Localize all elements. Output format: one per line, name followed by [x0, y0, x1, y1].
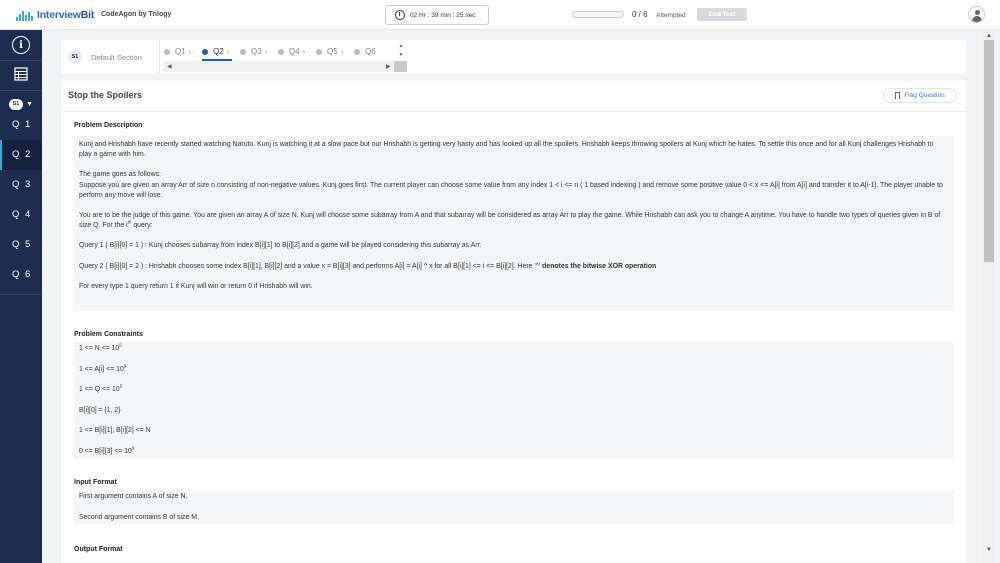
- status-dot: [278, 48, 284, 55]
- status-dot: [202, 48, 208, 55]
- logo-mark-icon: [16, 9, 34, 21]
- tab-q3[interactable]: Q3 ›: [240, 42, 278, 61]
- tab-strip-horizontal-scrollbar[interactable]: ◀ ▶: [164, 61, 407, 72]
- tab-label: Q2: [213, 47, 224, 56]
- tab-strip-vertical-scroll[interactable]: ▲ ▼: [395, 42, 407, 61]
- description-paragraph-2: Suppose you are given an array Arr of si…: [79, 181, 943, 199]
- flag-label: Flag Question: [904, 92, 945, 99]
- scroll-down-icon[interactable]: ▼: [986, 547, 992, 553]
- flag-question-button[interactable]: Flag Question: [883, 88, 957, 103]
- constraints-heading: Problem Constraints: [74, 331, 143, 338]
- sidebar-item-q6[interactable]: Q 6: [0, 260, 42, 290]
- chevron-right-icon: ›: [264, 47, 268, 56]
- sidebar-item-q2[interactable]: Q 2: [0, 140, 42, 170]
- interviewbit-logo: InterviewBit: [16, 8, 94, 22]
- question-panel: Stop the Spoilers Flag Question Problem …: [61, 81, 966, 563]
- question-tab-strip: Q1 › Q2 › Q3 › Q4 › Q5 › Q6: [164, 42, 392, 61]
- constraint-item: 1 <= A[i] <= 109: [79, 363, 127, 373]
- section-name: Default Section: [91, 53, 142, 62]
- section-bar: S1 Default Section Q1 › Q2 › Q3 › Q4 › Q5 › Q…: [61, 40, 966, 74]
- query-2-text: Query 2 ( B[i][0] = 2 ) : Hrishabh choos…: [79, 263, 657, 270]
- tab-q4[interactable]: Q4 ›: [278, 42, 316, 61]
- description-paragraph-2-line-1: The game goes as follows:: [79, 171, 161, 178]
- constraint-item: 1 <= Q <= 105: [79, 383, 123, 393]
- title-divider: [61, 111, 966, 112]
- constraint-item: 1 <= N <= 105: [79, 342, 122, 352]
- top-bar: InterviewBit CodeAgon by Trilogy 02 Hr :…: [0, 0, 1000, 30]
- sidebar-divider: [0, 294, 42, 295]
- output-format-heading: Output Format: [74, 546, 123, 553]
- sidebar-item-q3[interactable]: Q 3: [0, 170, 42, 200]
- tab-label: Q6: [365, 47, 376, 56]
- end-test-button[interactable]: End Test: [697, 8, 747, 21]
- chevron-down-icon[interactable]: ▼: [26, 101, 33, 108]
- tab-label: Q3: [251, 47, 262, 56]
- status-dot: [316, 48, 322, 55]
- sidebar-divider: [0, 90, 42, 91]
- description-paragraph-3: You are to be the judge of this game. Yo…: [79, 212, 941, 230]
- info-icon[interactable]: i: [12, 36, 30, 54]
- timer-text: 02 Hr : 39 min : 25 sec: [410, 11, 476, 19]
- tab-label: Q5: [327, 47, 338, 56]
- query-1-text: Query 1 ( B[i][0] = 1 ) : Kunj chooses s…: [79, 242, 482, 249]
- tab-q1[interactable]: Q1 ›: [164, 42, 202, 61]
- page-scrollbar-thumb[interactable]: [984, 40, 994, 262]
- section-selector[interactable]: S1: [9, 99, 23, 110]
- status-dot: [164, 48, 170, 55]
- status-dot: [240, 48, 246, 55]
- sidebar-item-q4[interactable]: Q 4: [0, 200, 42, 230]
- scroll-right-icon[interactable]: ▶: [386, 63, 391, 70]
- contest-brand: CodeAgon by Trilogy: [101, 11, 172, 18]
- scroll-left-icon[interactable]: ◀: [167, 63, 172, 70]
- input-format-heading: Input Format: [74, 479, 117, 486]
- page-scrollbar[interactable]: ▲ ▼: [983, 30, 995, 563]
- constraints-box: [74, 342, 954, 459]
- status-dot: [354, 48, 360, 55]
- constraint-item: 1 <= B[i][1], B[i][2] <= N: [79, 427, 151, 434]
- sidebar-item-q1[interactable]: Q 1: [0, 110, 42, 140]
- sidebar: i S1 ▼ Q 1 Q 2 Q 3 Q 4 Q 5 Q 6: [0, 30, 42, 563]
- sidebar-item-q5[interactable]: Q 5: [0, 230, 42, 260]
- chevron-right-icon: ›: [340, 47, 344, 56]
- chevron-right-icon: ›: [302, 47, 306, 56]
- attempt-progress-bar: [572, 11, 624, 18]
- question-title: Stop the Spoilers: [68, 90, 143, 100]
- scroll-up-icon[interactable]: ▲: [986, 33, 992, 39]
- top-divider: [91, 7, 92, 23]
- user-avatar-icon[interactable]: [968, 6, 985, 23]
- bookmark-icon: [895, 92, 901, 99]
- chevron-right-icon: ›: [226, 47, 230, 56]
- logo-text: InterviewBit: [37, 9, 95, 21]
- section-divider: [159, 40, 160, 74]
- clock-icon: [395, 10, 405, 20]
- list-icon[interactable]: [12, 65, 30, 83]
- tab-q2[interactable]: Q2 ›: [202, 42, 240, 61]
- tab-label: Q1: [175, 47, 186, 56]
- description-last-line: For every type 1 query return 1 if Kunj …: [79, 283, 313, 290]
- tab-q5[interactable]: Q5 ›: [316, 42, 354, 61]
- description-paragraph-1: Kunj and Hrishabh have recently started …: [79, 141, 934, 159]
- constraint-item: 0 <= B[i][3] <= 109: [79, 445, 135, 455]
- section-badge: S1: [68, 50, 82, 64]
- sidebar-divider: [0, 60, 42, 61]
- constraint-item: B[i][0] = {1, 2}: [79, 406, 121, 414]
- countdown-timer: 02 Hr : 39 min : 25 sec: [385, 5, 489, 25]
- input-format-line: First argument contains A of size N.: [79, 493, 188, 500]
- tab-label: Q4: [289, 47, 300, 56]
- scrollbar-thumb[interactable]: [394, 61, 407, 72]
- tab-q6[interactable]: Q6: [354, 42, 392, 61]
- attempt-count: 0 / 6: [632, 10, 648, 19]
- problem-description-heading: Problem Description: [74, 122, 143, 129]
- input-format-line: Second argument contains B of size M.: [79, 513, 199, 521]
- chevron-right-icon: ›: [188, 47, 192, 56]
- attempt-label: Attempted: [656, 12, 686, 19]
